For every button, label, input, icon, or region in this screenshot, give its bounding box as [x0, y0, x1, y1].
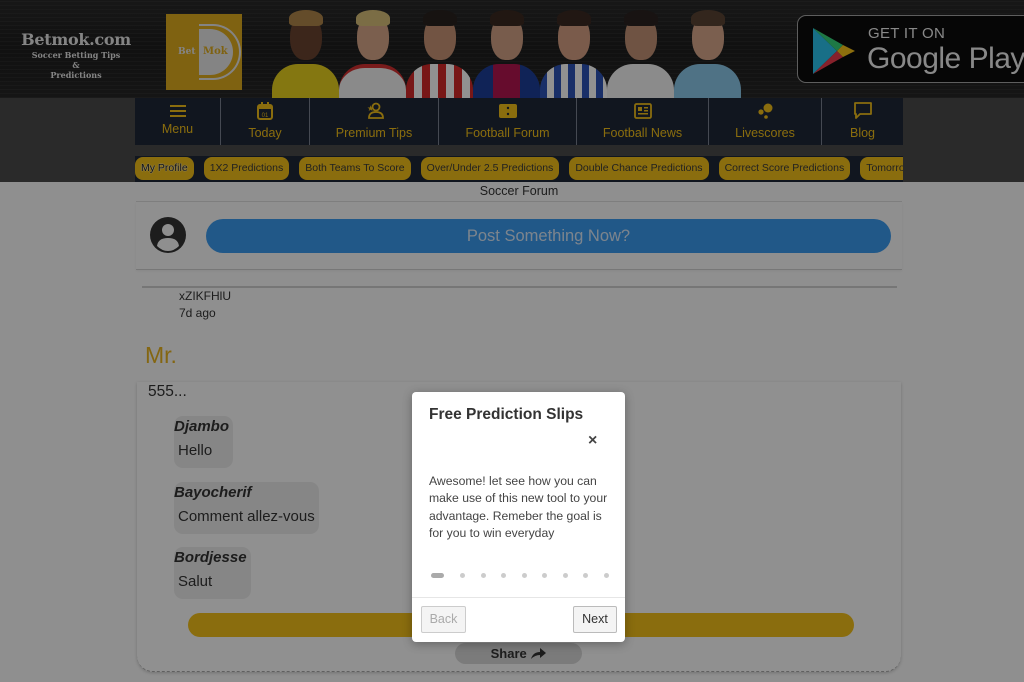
step-dot[interactable] — [603, 573, 609, 578]
next-button[interactable]: Next — [573, 606, 617, 633]
step-dot[interactable] — [583, 573, 588, 578]
step-dot[interactable] — [562, 573, 568, 578]
step-dot[interactable] — [460, 573, 465, 578]
close-icon[interactable]: × — [588, 433, 597, 449]
modal-footer-divider — [412, 597, 625, 598]
step-indicator — [431, 573, 624, 578]
modal-title: Free Prediction Slips — [429, 406, 584, 423]
step-dot[interactable] — [501, 573, 506, 578]
modal-body: Awesome! let see how you can make use of… — [429, 474, 608, 540]
step-dot[interactable] — [480, 573, 486, 578]
step-dot-active[interactable] — [431, 573, 444, 578]
step-dot[interactable] — [542, 573, 547, 578]
step-dot[interactable] — [521, 573, 527, 578]
onboarding-modal: Free Prediction Slips × Awesome! let see… — [412, 392, 625, 642]
back-button[interactable]: Back — [421, 606, 466, 633]
